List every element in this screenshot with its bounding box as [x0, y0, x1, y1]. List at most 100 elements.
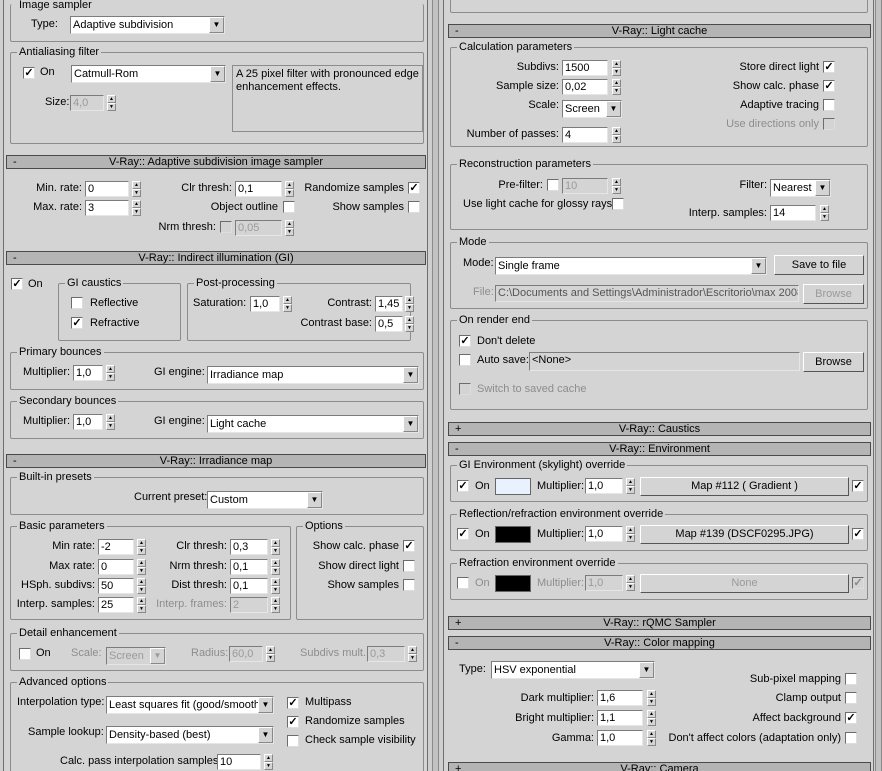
irradiance-map-rollout-header[interactable]: - V-Ray:: Irradiance map	[6, 454, 426, 468]
chevron-down-icon[interactable]: ▼	[210, 66, 225, 82]
lc-subdivs-spinner[interactable]: ▲ ▼	[612, 60, 621, 76]
passes-field[interactable]: 4	[562, 127, 608, 143]
primary-multiplier-field[interactable]: 1,0	[73, 365, 103, 381]
sample-size-spinner[interactable]: ▲ ▼	[612, 79, 621, 95]
irr-max-rate-spinner[interactable]: ▲ ▼	[137, 559, 146, 575]
chevron-down-icon[interactable]: ▼	[307, 492, 322, 508]
max-rate-spinner[interactable]: ▲ ▼	[132, 200, 141, 216]
refr-env-multiplier-spinner[interactable]: ▲ ▼	[626, 575, 635, 591]
clr-thresh-field[interactable]: 0,1	[235, 181, 282, 197]
irr-show-calc-checkbox[interactable]: ✓	[403, 540, 415, 552]
lc-filter-dropdown[interactable]: Nearest ▼	[770, 179, 831, 197]
chevron-down-icon[interactable]: ▼	[403, 367, 418, 383]
dist-thresh-spinner[interactable]: ▲ ▼	[271, 578, 280, 594]
prefilter-spinner[interactable]: ▲ ▼	[612, 178, 621, 194]
irr-min-rate-spinner[interactable]: ▲ ▼	[137, 539, 146, 555]
min-rate-spinner[interactable]: ▲ ▼	[132, 181, 141, 197]
light-cache-rollout-header[interactable]: - V-Ray:: Light cache	[448, 24, 871, 38]
interp-type-dropdown[interactable]: Least squares fit (good/smooth ▼	[106, 696, 274, 714]
saturation-field[interactable]: 1,0	[250, 296, 280, 312]
irr-show-direct-checkbox[interactable]	[403, 560, 415, 572]
interp-frames-field[interactable]: 2	[230, 597, 268, 613]
irr-show-samples-checkbox[interactable]	[403, 579, 415, 591]
chevron-down-icon[interactable]: ▼	[815, 180, 830, 196]
autosave-checkbox[interactable]	[459, 354, 471, 366]
save-to-file-button[interactable]: Save to file	[774, 255, 864, 275]
refl-env-map-button[interactable]: Map #139 (DSCF0295.JPG)	[640, 525, 849, 544]
refl-env-map-checkbox[interactable]: ✓	[852, 528, 864, 540]
lc-interp-spinner[interactable]: ▲ ▼	[820, 205, 829, 221]
lc-subdivs-field[interactable]: 1500	[562, 60, 608, 76]
left-panel-scrollbar[interactable]	[432, 0, 439, 771]
hsph-subdivs-spinner[interactable]: ▲ ▼	[137, 578, 146, 594]
detail-radius-field[interactable]: 60,0	[229, 646, 263, 662]
affect-background-checkbox[interactable]: ✓	[845, 712, 857, 724]
gamma-field[interactable]: 1,0	[597, 730, 643, 746]
primary-multiplier-spinner[interactable]: ▲ ▼	[106, 365, 115, 381]
nrm-thresh-spinner[interactable]: ▲ ▼	[285, 220, 294, 236]
lc-interp-field[interactable]: 14	[770, 205, 816, 221]
refr-env-map-button[interactable]: None	[640, 574, 849, 593]
refl-env-multiplier-field[interactable]: 1,0	[585, 526, 623, 542]
secondary-gi-engine-dropdown[interactable]: Light cache ▼	[207, 415, 419, 433]
refr-env-map-checkbox[interactable]: ✓	[852, 577, 864, 589]
prefilter-checkbox[interactable]	[547, 179, 559, 191]
refr-env-color-swatch[interactable]	[495, 575, 531, 592]
chevron-down-icon[interactable]: ▼	[150, 648, 165, 664]
calc-pass-spinner[interactable]: ▲ ▼	[264, 754, 273, 770]
detail-on-checkbox[interactable]	[19, 648, 31, 660]
irr-min-rate-field[interactable]: -2	[98, 539, 134, 555]
nrm-thresh-field[interactable]: 0,05	[235, 220, 282, 236]
chevron-down-icon[interactable]: ▼	[639, 662, 654, 678]
aa-size-spinner[interactable]: ▲ ▼	[107, 95, 116, 111]
refractive-checkbox[interactable]: ✓	[71, 317, 83, 329]
refr-env-multiplier-field[interactable]: 1,0	[585, 575, 623, 591]
rqmc-sampler-rollout-header[interactable]: + V-Ray:: rQMC Sampler	[448, 616, 871, 630]
chevron-down-icon[interactable]: ▼	[209, 17, 224, 33]
gi-env-multiplier-field[interactable]: 1,0	[585, 478, 623, 494]
multipass-checkbox[interactable]: ✓	[287, 697, 299, 709]
dark-multiplier-field[interactable]: 1,6	[597, 690, 643, 706]
primary-gi-engine-dropdown[interactable]: Irradiance map ▼	[207, 366, 419, 384]
adaptive-tracing-checkbox[interactable]	[823, 99, 835, 111]
aa-filter-dropdown[interactable]: Catmull-Rom ▼	[71, 65, 226, 83]
bright-multiplier-spinner[interactable]: ▲ ▼	[647, 710, 656, 726]
irr-max-rate-field[interactable]: 0	[98, 559, 134, 575]
mode-dropdown[interactable]: Single frame ▼	[495, 257, 767, 275]
bright-multiplier-field[interactable]: 1,1	[597, 710, 643, 726]
contrast-field[interactable]: 1,45	[375, 296, 403, 312]
store-direct-checkbox[interactable]: ✓	[823, 61, 835, 73]
chevron-down-icon[interactable]: ▼	[606, 101, 621, 117]
gi-env-on-checkbox[interactable]: ✓	[457, 480, 469, 492]
irr-nrm-thresh-field[interactable]: 0,1	[230, 559, 268, 575]
aa-size-field[interactable]: 4,0	[70, 95, 104, 111]
lc-show-calc-checkbox[interactable]: ✓	[823, 80, 835, 92]
randomize-samples-checkbox[interactable]: ✓	[408, 182, 420, 194]
contrast-base-field[interactable]: 0,5	[375, 316, 403, 332]
gi-env-color-swatch[interactable]	[495, 478, 531, 495]
aa-on-checkbox[interactable]: ✓	[23, 67, 35, 79]
dont-delete-checkbox[interactable]: ✓	[459, 335, 471, 347]
secondary-multiplier-spinner[interactable]: ▲ ▼	[106, 414, 115, 430]
switch-cache-checkbox[interactable]	[459, 383, 471, 395]
gi-rollout-header[interactable]: - V-Ray:: Indirect illumination (GI)	[6, 251, 426, 265]
adaptive-subdivision-rollout-header[interactable]: - V-Ray:: Adaptive subdivision image samp…	[6, 155, 426, 169]
cm-type-dropdown[interactable]: HSV exponential ▼	[491, 661, 655, 679]
irr-randomize-checkbox[interactable]: ✓	[287, 716, 299, 728]
current-preset-dropdown[interactable]: Custom ▼	[207, 491, 323, 509]
sample-size-field[interactable]: 0,02	[562, 79, 608, 95]
detail-scale-dropdown[interactable]: Screen ▼	[106, 647, 166, 665]
dont-affect-colors-checkbox[interactable]	[845, 732, 857, 744]
gi-env-map-button[interactable]: Map #112 ( Gradient )	[640, 477, 849, 496]
hsph-subdivs-field[interactable]: 50	[98, 578, 134, 594]
nrm-thresh-checkbox[interactable]	[220, 221, 232, 233]
refl-env-on-checkbox[interactable]: ✓	[457, 528, 469, 540]
check-visibility-checkbox[interactable]	[287, 735, 299, 747]
clr-thresh-spinner[interactable]: ▲ ▼	[285, 181, 294, 197]
irr-clr-thresh-spinner[interactable]: ▲ ▼	[271, 539, 280, 555]
caustics-rollout-header[interactable]: + V-Ray:: Caustics	[448, 422, 871, 436]
refr-env-on-checkbox[interactable]	[457, 577, 469, 589]
prefilter-field[interactable]: 10	[562, 178, 608, 194]
subdivs-mult-field[interactable]: 0,3	[367, 646, 405, 662]
browse-file-button[interactable]: Browse	[803, 284, 864, 304]
